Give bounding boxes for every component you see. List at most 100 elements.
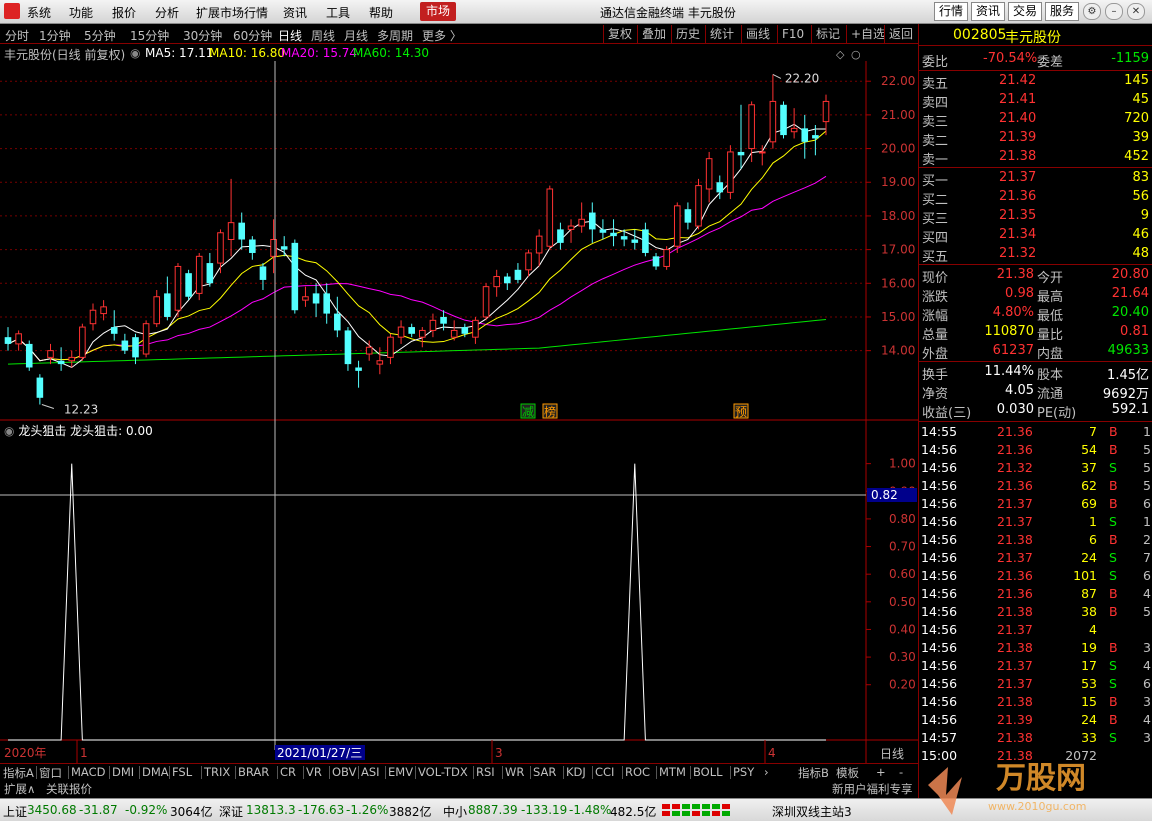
indicator-tab-14[interactable]: RSI bbox=[476, 765, 495, 779]
overlay-button[interactable]: 叠加 bbox=[637, 25, 670, 43]
indicator-tab-20[interactable]: MTM bbox=[659, 765, 686, 779]
period-multi[interactable]: 多周期 bbox=[377, 27, 413, 44]
menu-function[interactable]: 功能 bbox=[69, 4, 93, 21]
candle-body bbox=[259, 266, 267, 280]
tick-side: B bbox=[1109, 604, 1118, 619]
bid-row[interactable]: 买一 21.37 83 bbox=[919, 169, 1152, 189]
app-logo-icon bbox=[4, 3, 20, 19]
ask-row[interactable]: 卖三 21.40 720 bbox=[919, 110, 1152, 130]
bid-price: 21.35 bbox=[999, 208, 1037, 223]
tick-row: 14:56 21.36 62 B 5 bbox=[919, 477, 1152, 495]
period-more[interactable]: 更多 〉 bbox=[422, 27, 462, 44]
period-15min[interactable]: 15分钟 bbox=[130, 27, 169, 44]
indicator-tab-10[interactable]: OBV bbox=[332, 765, 356, 779]
menu-news[interactable]: 资讯 bbox=[283, 4, 307, 21]
divider bbox=[919, 264, 1152, 265]
draw-line-button[interactable]: 画线 bbox=[741, 25, 774, 43]
bid-row[interactable]: 买五 21.32 48 bbox=[919, 245, 1152, 265]
high-label: 22.20 bbox=[785, 71, 819, 85]
new-user-promo-link[interactable]: 新用户福利专享 bbox=[832, 781, 913, 797]
menu-quote[interactable]: 报价 bbox=[112, 4, 136, 21]
market-button[interactable]: 市场 bbox=[420, 2, 456, 21]
diamond-icon: ◇ bbox=[836, 48, 845, 61]
indicator-tab-1[interactable]: 窗口 bbox=[39, 765, 62, 781]
statistics-button[interactable]: 统计 bbox=[705, 25, 738, 43]
indicator-tab-17[interactable]: KDJ bbox=[566, 765, 586, 779]
indicator-tab-21[interactable]: BOLL bbox=[693, 765, 723, 779]
restore-rights-button[interactable]: 复权 bbox=[603, 25, 636, 43]
add-watchlist-button[interactable]: +自选 bbox=[846, 25, 889, 43]
candle-body bbox=[504, 276, 511, 284]
template-button[interactable]: 模板 bbox=[836, 765, 859, 781]
indicator-tab-18[interactable]: CCI bbox=[595, 765, 614, 779]
indicator-tab-11[interactable]: ASI bbox=[361, 765, 380, 779]
tick-volume: 62 bbox=[1081, 478, 1097, 493]
zoom-in-button[interactable]: + bbox=[876, 765, 886, 779]
indicator-tab-2[interactable]: MACD bbox=[71, 765, 105, 779]
close-icon[interactable]: ✕ bbox=[1127, 3, 1145, 20]
news-button[interactable]: 资讯 bbox=[971, 2, 1006, 21]
bid-row[interactable]: 买二 21.36 56 bbox=[919, 188, 1152, 208]
bid-row[interactable]: 买三 21.35 9 bbox=[919, 207, 1152, 227]
indicator-tab-16[interactable]: SAR bbox=[533, 765, 556, 779]
menu-ext-market[interactable]: 扩展市场行情 bbox=[196, 4, 268, 21]
trade-button[interactable]: 交易 bbox=[1008, 2, 1043, 21]
tick-side: S bbox=[1109, 676, 1117, 691]
indicator-collapse-icon[interactable]: ◉ bbox=[4, 424, 14, 438]
period-60min[interactable]: 60分钟 bbox=[233, 27, 272, 44]
period-5min[interactable]: 5分钟 bbox=[84, 27, 116, 44]
indicator-tab-7[interactable]: BRAR bbox=[238, 765, 269, 779]
period-weekly[interactable]: 周线 bbox=[311, 27, 335, 44]
tabs-scroll-right-icon[interactable]: › bbox=[764, 765, 769, 779]
indicator-tab-4[interactable]: DMA bbox=[142, 765, 169, 779]
indicator-line bbox=[8, 463, 826, 741]
history-button[interactable]: 历史 bbox=[671, 25, 704, 43]
indicator-tab-12[interactable]: EMV bbox=[388, 765, 413, 779]
expand-button[interactable]: 扩展∧ bbox=[4, 781, 35, 797]
service-button[interactable]: 服务 bbox=[1045, 2, 1080, 21]
period-daily[interactable]: 日线 bbox=[278, 27, 302, 44]
period-monthly[interactable]: 月线 bbox=[344, 27, 368, 44]
indicator-tab-3[interactable]: DMI bbox=[112, 765, 134, 779]
settings-icon[interactable]: ⚙ bbox=[1083, 3, 1101, 20]
indicator-tab-9[interactable]: VR bbox=[306, 765, 322, 779]
ask-row[interactable]: 卖五 21.42 145 bbox=[919, 72, 1152, 92]
xaxis-label: 3 bbox=[495, 746, 503, 760]
price-tick-label: 16.00 bbox=[881, 276, 915, 290]
price-chart[interactable]: 22.00 21.00 20.00 19.00 18.00 17.00 16.00 15.00… bbox=[0, 44, 918, 764]
bid-volume: 9 bbox=[1140, 208, 1149, 223]
quote-button[interactable]: 行情 bbox=[934, 2, 969, 21]
indicator-tab-8[interactable]: CR bbox=[280, 765, 296, 779]
bid-row[interactable]: 买四 21.34 46 bbox=[919, 226, 1152, 246]
menu-analysis[interactable]: 分析 bbox=[155, 4, 179, 21]
ask-volume: 45 bbox=[1132, 92, 1149, 107]
back-button[interactable]: 返回 bbox=[884, 25, 917, 43]
period-fenshi[interactable]: 分时 bbox=[5, 27, 29, 44]
indicator-tab-5[interactable]: FSL bbox=[172, 765, 192, 779]
ask-row[interactable]: 卖四 21.41 45 bbox=[919, 91, 1152, 111]
related-quote-button[interactable]: 关联报价 bbox=[46, 781, 92, 797]
period-1min[interactable]: 1分钟 bbox=[39, 27, 71, 44]
menu-tools[interactable]: 工具 bbox=[326, 4, 350, 21]
mark-button[interactable]: 标记 bbox=[811, 25, 844, 43]
indicator-tab-19[interactable]: ROC bbox=[625, 765, 650, 779]
tab-divider bbox=[277, 766, 278, 779]
f10-button[interactable]: F10 bbox=[777, 25, 808, 43]
period-30min[interactable]: 30分钟 bbox=[183, 27, 222, 44]
menu-help[interactable]: 帮助 bbox=[369, 4, 393, 21]
candle-body bbox=[36, 377, 44, 398]
ask-row[interactable]: 卖二 21.39 39 bbox=[919, 129, 1152, 149]
indicator-tab-22[interactable]: PSY bbox=[733, 765, 754, 779]
indicator-b-button[interactable]: 指标B bbox=[798, 765, 829, 781]
menu-system[interactable]: 系统 bbox=[27, 4, 51, 21]
bid-price: 21.34 bbox=[999, 227, 1037, 242]
indicator-tab-13[interactable]: VOL-TDX bbox=[418, 765, 468, 779]
zoom-out-button[interactable]: - bbox=[899, 765, 903, 779]
indicator-tab-6[interactable]: TRIX bbox=[204, 765, 230, 779]
ask-row[interactable]: 卖一 21.38 452 bbox=[919, 148, 1152, 168]
price-tick-label: 22.00 bbox=[881, 74, 915, 88]
minimize-icon[interactable]: – bbox=[1105, 3, 1123, 20]
indicator-tab-15[interactable]: WR bbox=[505, 765, 524, 779]
indicator-tab-0[interactable]: 指标A bbox=[3, 765, 34, 781]
server-name[interactable]: 深圳双线主站3 bbox=[772, 803, 852, 820]
